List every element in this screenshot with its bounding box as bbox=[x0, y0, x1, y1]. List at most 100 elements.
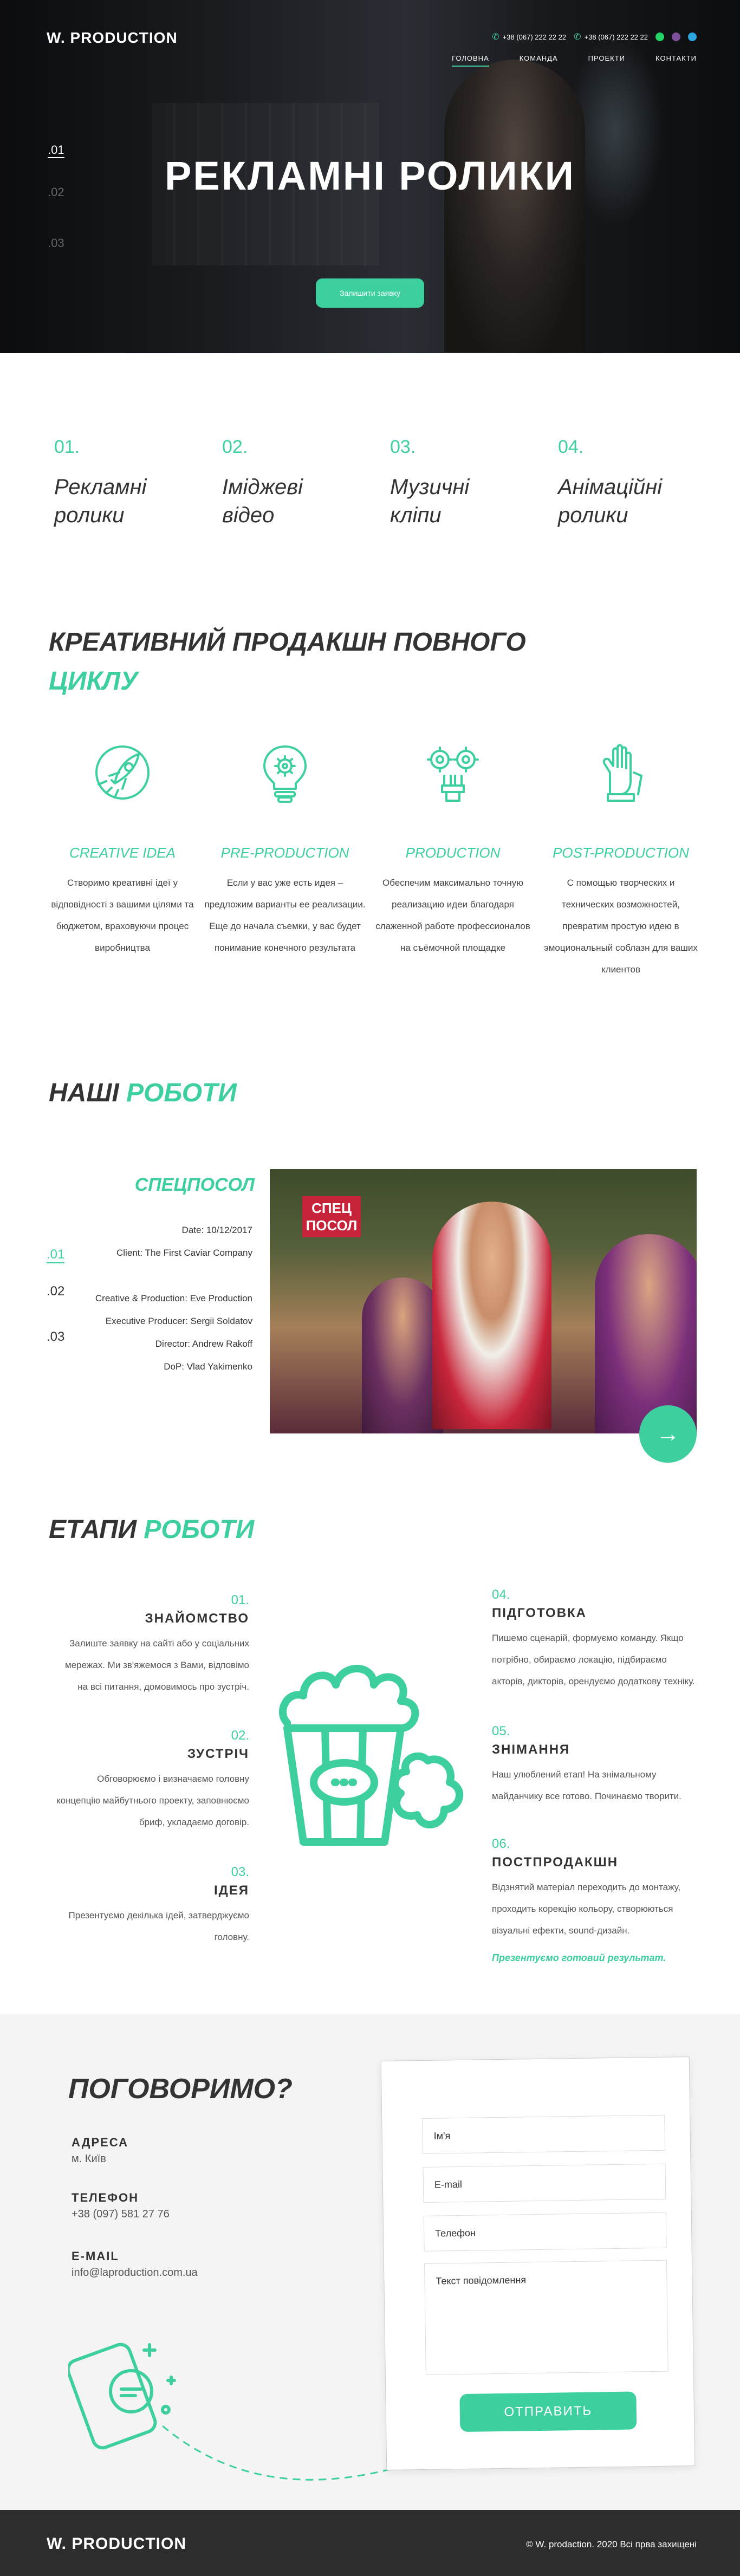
contact-address: АДРЕСА м. Київ bbox=[72, 2136, 128, 2165]
stage-title: ЗНАЙОМСТВО bbox=[145, 1611, 249, 1626]
service-item[interactable]: 02. Іміджеві відео bbox=[222, 437, 303, 529]
stage-item: 01. ЗНАЙОМСТВО Залиште заявку на сайті а… bbox=[33, 1593, 249, 1698]
footer: W. PRODUCTION © W. prodaction. 2020 Всі … bbox=[0, 2510, 740, 2576]
nav-contacts[interactable]: КОНТАКТИ bbox=[655, 54, 697, 67]
project-date: Date: 10/12/2017 bbox=[181, 1225, 252, 1235]
viber-icon[interactable] bbox=[672, 33, 680, 41]
contact-section: ПОГОВОРИМО? АДРЕСА м. Київ ТЕЛЕФОН +38 (… bbox=[0, 2014, 740, 2510]
project-image[interactable]: СПЕЦ ПОСОЛ bbox=[270, 1169, 697, 1433]
step-description: Обеспечим максимально точную реализацию и… bbox=[375, 878, 530, 953]
service-number: 04. bbox=[558, 437, 584, 457]
service-number: 01. bbox=[54, 437, 80, 457]
service-title: Іміджеві відео bbox=[222, 475, 303, 527]
service-item[interactable]: 04. Анімаційні ролики bbox=[558, 437, 662, 529]
phone-2[interactable]: ✆ +38 (067) 222 22 22 bbox=[574, 31, 648, 42]
stage-number: 05. bbox=[492, 1724, 510, 1738]
stage-number: 01. bbox=[231, 1593, 249, 1607]
step-post-production: POST-PRODUCTION С помощью творческих и те… bbox=[540, 740, 702, 981]
hero-background-person bbox=[444, 60, 585, 352]
service-number: 03. bbox=[390, 437, 416, 457]
address-label: АДРЕСА bbox=[72, 2136, 128, 2149]
stage-item: 05. ЗНІМАННЯ Наш улюблений етап! На знім… bbox=[492, 1724, 719, 1807]
whatsapp-icon[interactable] bbox=[655, 33, 664, 41]
stage-item: 06. ПОСТПРОДАКШН Відзнятий матеріал пере… bbox=[492, 1837, 719, 1964]
stage-item: 02. ЗУСТРІЧ Обговорюємо і визначаємо гол… bbox=[33, 1728, 249, 1833]
step-description: Створимо креативні ідеї у відповідності з… bbox=[51, 878, 194, 953]
stage-title: ЗНІМАННЯ bbox=[492, 1742, 570, 1757]
service-item[interactable]: 03. Музичні кліпи bbox=[390, 437, 469, 529]
stage-number: 04. bbox=[492, 1587, 510, 1602]
project-slide-indicators: .01 .02 .03 bbox=[47, 1247, 65, 1365]
phone-1-text[interactable]: +38 (067) 222 22 22 bbox=[503, 33, 566, 41]
next-project-button[interactable]: → bbox=[639, 1405, 697, 1463]
stage-title: ЗУСТРІЧ bbox=[187, 1747, 249, 1761]
stage-description: Обговорюємо і визначаємо головну концепці… bbox=[56, 1774, 249, 1827]
project-dop: DoP: Vlad Yakimenko bbox=[164, 1361, 252, 1372]
contact-form: Ім'я E-mail Телефон Текст повідомлення О… bbox=[380, 2056, 696, 2470]
stage-description: Відзнятий матеріал переходить до монтажу… bbox=[492, 1882, 681, 1936]
popcorn-icon bbox=[278, 1665, 463, 1846]
stages-heading: ЕТАПИ РОБОТИ bbox=[49, 1515, 255, 1544]
stage-number: 02. bbox=[231, 1728, 249, 1743]
footer-logo[interactable]: W. PRODUCTION bbox=[47, 2535, 186, 2553]
step-description: Если у вас уже есть идея – предложим вари… bbox=[204, 878, 366, 953]
submit-button[interactable]: ОТПРАВИТЬ bbox=[459, 2391, 637, 2432]
message-field[interactable]: Текст повідомлення bbox=[424, 2260, 668, 2375]
stage-item: 03. ІДЕЯ Презентуємо декілька ідей, затв… bbox=[33, 1865, 249, 1948]
service-title: Рекламні ролики bbox=[54, 475, 147, 527]
stage-number: 03. bbox=[231, 1865, 249, 1879]
service-title: Анімаційні ролики bbox=[558, 475, 663, 527]
project-producer: Executive Producer: Sergii Soldatov bbox=[105, 1316, 252, 1326]
phone-value[interactable]: +38 (097) 581 27 76 bbox=[72, 2208, 170, 2221]
contact-email: E-MAIL info@laproduction.com.ua bbox=[72, 2249, 198, 2279]
nav-projects[interactable]: ПРОЕКТИ bbox=[588, 54, 625, 67]
telegram-icon[interactable] bbox=[688, 33, 697, 41]
rocket-bulb-icon bbox=[95, 745, 150, 800]
stage-description: Пишемо сценарій, формуємо команду. Якщо п… bbox=[492, 1633, 695, 1686]
hero-title: РЕКЛАМНІ РОЛИКИ bbox=[164, 153, 575, 198]
service-title: Музичні кліпи bbox=[390, 475, 470, 527]
project-slide-1[interactable]: .01 bbox=[47, 1247, 65, 1263]
hero: W. PRODUCTION ✆ +38 (067) 222 22 22 ✆ +3… bbox=[0, 0, 740, 353]
footer-copyright: © W. prodaction. 2020 Всі прва захищені bbox=[526, 2539, 697, 2549]
stage-title: ПОСТПРОДАКШН bbox=[492, 1855, 619, 1870]
phone-field[interactable]: Телефон bbox=[423, 2212, 667, 2251]
email-value[interactable]: info@laproduction.com.ua bbox=[72, 2267, 198, 2279]
name-field[interactable]: Ім'я bbox=[422, 2114, 666, 2154]
service-item[interactable]: 01. Рекламні ролики bbox=[54, 437, 147, 529]
project-image-figure bbox=[432, 1202, 551, 1429]
phone-icon: ✆ bbox=[492, 33, 499, 42]
project-image-figure bbox=[362, 1277, 443, 1433]
creative-heading: КРЕАТИВНИЙ ПРОДАКШН ПОВНОГО ЦИКЛУ bbox=[49, 628, 526, 696]
phone-1[interactable]: ✆ +38 (067) 222 22 22 bbox=[492, 31, 566, 42]
nav-home[interactable]: ГОЛОВНА bbox=[452, 54, 489, 67]
project-production: Creative & Production: Eve Production bbox=[95, 1293, 252, 1303]
step-description: С помощью творческих и технических возмож… bbox=[544, 878, 698, 975]
step-title: CREATIVE IDEA bbox=[69, 845, 176, 861]
email-label: E-MAIL bbox=[72, 2249, 119, 2263]
project-slide-2[interactable]: .02 bbox=[47, 1284, 64, 1299]
address-value: м. Київ bbox=[72, 2153, 106, 2165]
header-phones: ✆ +38 (067) 222 22 22 ✆ +38 (067) 222 22… bbox=[492, 31, 697, 42]
works-heading: НАШІ РОБОТИ bbox=[49, 1079, 237, 1107]
step-title: POST-PRODUCTION bbox=[553, 845, 689, 861]
project-meta: Date: 10/12/2017 Client: The First Cavia… bbox=[95, 1219, 252, 1378]
hero-slide-3[interactable]: .03 bbox=[48, 236, 64, 250]
step-creative-idea: CREATIVE IDEA Створимо креативні ідеї ув… bbox=[41, 740, 204, 959]
stage-description: Презентуємо декілька ідей, затверджуємо г… bbox=[68, 1910, 249, 1942]
project-slide-3[interactable]: .03 bbox=[47, 1329, 64, 1345]
phone-label: ТЕЛЕФОН bbox=[72, 2191, 139, 2204]
hand-icon bbox=[602, 744, 642, 802]
gears-hand-icon bbox=[427, 747, 479, 802]
step-title: PRODUCTION bbox=[405, 845, 501, 861]
stage-description: Наш улюблений етап! На знімальному майдан… bbox=[492, 1769, 681, 1801]
nav-team[interactable]: КОМАНДА bbox=[520, 54, 558, 67]
request-button[interactable]: Залишити заявку bbox=[316, 278, 424, 308]
logo[interactable]: W. PRODUCTION bbox=[47, 29, 178, 47]
specposol-logo: СПЕЦ ПОСОЛ bbox=[302, 1196, 361, 1237]
email-field[interactable]: E-mail bbox=[423, 2163, 666, 2203]
stage-title: ПІДГОТОВКА bbox=[492, 1606, 587, 1620]
phone-2-text[interactable]: +38 (067) 222 22 22 bbox=[585, 33, 648, 41]
main-nav: ГОЛОВНА КОМАНДА ПРОЕКТИ КОНТАКТИ bbox=[452, 54, 697, 67]
stage-title: ІДЕЯ bbox=[213, 1883, 249, 1898]
